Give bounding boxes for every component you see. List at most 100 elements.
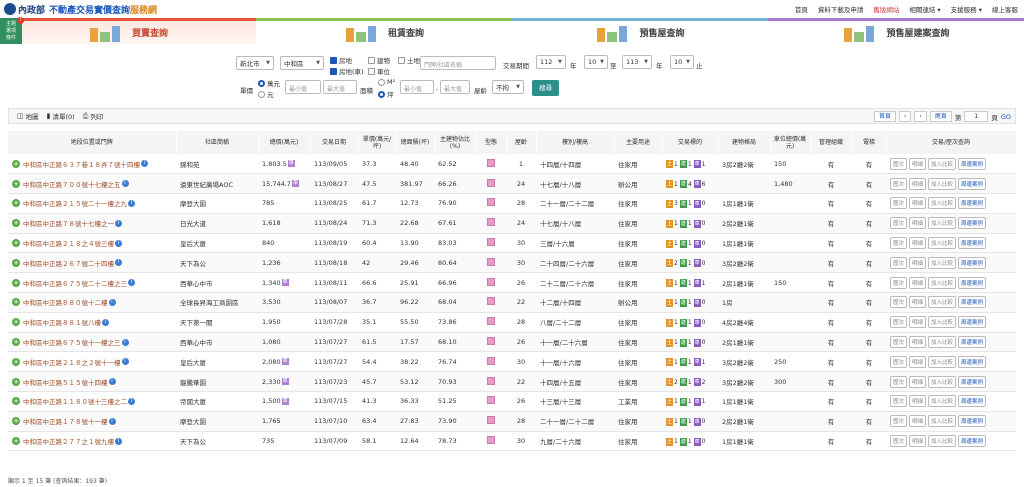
area-max-input[interactable]: 最大值 <box>440 80 470 94</box>
expand-plus-icon[interactable]: + <box>12 179 20 188</box>
area-min-input[interactable]: 最小值 <box>400 80 434 94</box>
detail-button[interactable]: 明細 <box>909 256 927 269</box>
info-icon[interactable]: i <box>121 358 129 366</box>
address-link[interactable]: 中和區中正路１１８０號十三樓之二 <box>23 396 127 406</box>
search-button[interactable]: 搜尋 <box>532 80 559 96</box>
nav-old-site[interactable]: 舊版網站 <box>873 4 899 14</box>
detail-button[interactable]: 明細 <box>909 435 927 448</box>
history-button[interactable]: 歷次 <box>890 355 908 368</box>
nearby-cases-button[interactable]: 周邊案例 <box>958 336 987 349</box>
table-row[interactable]: + 中和區中正路２７７之１號九樓 i 天下為公 735 113/07/09 58.1 12.6… <box>8 431 1016 452</box>
table-row[interactable]: + 中和區中正路１７８號十一樓 i 摩登大園 1,765 113/07/10 63.4 27.… <box>8 411 1016 432</box>
add-compare-button[interactable]: 加入比較 <box>928 395 957 408</box>
print-button[interactable]: ⎙ 列印 <box>83 111 104 122</box>
district-select[interactable]: 中和區 ▼ <box>280 56 324 70</box>
tab-presale-project[interactable]: 預售屋建案查詢 <box>768 18 1024 44</box>
month-to-select[interactable]: 10 ▼ <box>670 55 694 69</box>
detail-button[interactable]: 明細 <box>909 415 927 428</box>
address-link[interactable]: 中和區中正路２１５號二十一樓之九 <box>23 198 127 208</box>
tab-buy[interactable]: 買賣查詢 <box>0 18 256 44</box>
history-button[interactable]: 歷次 <box>890 435 908 448</box>
month-from-select[interactable]: 10 ▼ <box>584 55 608 69</box>
expand-plus-icon[interactable]: + <box>12 437 20 446</box>
detail-button[interactable]: 明細 <box>909 217 927 230</box>
nearby-cases-button[interactable]: 周邊案例 <box>958 415 987 428</box>
expand-plus-icon[interactable]: + <box>12 239 20 248</box>
table-row[interactable]: + 中和區中正路８８０號十二樓 i 全球長昇海工商園區 3,530 113/08/07 36… <box>8 292 1016 313</box>
add-compare-button[interactable]: 加入比較 <box>928 415 957 428</box>
history-button[interactable]: 歷次 <box>890 177 908 190</box>
add-compare-button[interactable]: 加入比較 <box>928 435 957 448</box>
add-compare-button[interactable]: 加入比較 <box>928 217 957 230</box>
nav-links[interactable]: 相關連結 ▾ <box>909 4 940 14</box>
expand-plus-icon[interactable]: + <box>12 417 20 426</box>
history-button[interactable]: 歷次 <box>890 316 908 329</box>
info-icon[interactable]: i <box>141 160 148 168</box>
type-building[interactable]: 建物 <box>368 55 390 65</box>
table-row[interactable]: + 中和區中正路５１５號十四樓 i 龍騰華園 2,330 車 113/07/23 45.7 53… <box>8 371 1016 393</box>
address-link[interactable]: 中和區中正路５１５號十四樓 <box>23 377 108 387</box>
detail-button[interactable]: 明細 <box>909 316 927 329</box>
table-row[interactable]: + 中和區中正路２１５號二十一樓之九 i 摩登大園 785 113/08/25 61.7 12… <box>8 193 1016 214</box>
table-row[interactable]: + 中和區中正路６３７巷１８弄７號十四樓 i 錦和苑 1,803.5 車 113/09/05… <box>8 154 1016 175</box>
age-select[interactable]: 不拘 ▼ <box>492 80 524 94</box>
history-button[interactable]: 歷次 <box>890 375 908 388</box>
address-link[interactable]: 中和區中正路６３７巷１８弄７號十四樓 <box>23 159 140 169</box>
expand-plus-icon[interactable]: + <box>12 298 20 307</box>
go-button[interactable]: GO <box>1001 113 1011 121</box>
nav-download[interactable]: 資料下載及申請 <box>818 4 864 14</box>
tab-rent[interactable]: 租賃查詢 <box>256 18 512 44</box>
table-row[interactable]: + 中和區中正路２１８之４號三樓 i 皇后大廈 840 113/08/19 60.4 13.9… <box>8 233 1016 254</box>
detail-button[interactable]: 明細 <box>909 375 927 388</box>
last-page-button[interactable]: 尾頁 <box>929 111 952 122</box>
expand-plus-icon[interactable]: + <box>12 219 20 228</box>
add-compare-button[interactable]: 加入比較 <box>928 177 957 190</box>
nearby-cases-button[interactable]: 周邊案例 <box>958 375 987 388</box>
add-compare-button[interactable]: 加入比較 <box>928 276 957 289</box>
nearby-cases-button[interactable]: 周邊案例 <box>958 435 987 448</box>
table-row[interactable]: + 中和區中正路７８號十七樓之一 i 日光大道 1,618 113/08/24 71.3 22… <box>8 213 1016 234</box>
history-button[interactable]: 歷次 <box>890 296 908 309</box>
nav-support[interactable]: 支援服務 ▾ <box>951 4 982 14</box>
nearby-cases-button[interactable]: 周邊案例 <box>958 296 987 309</box>
address-link[interactable]: 中和區中正路２６７號二十四樓 <box>23 258 114 268</box>
history-button[interactable]: 歷次 <box>890 336 908 349</box>
nearby-cases-button[interactable]: 周邊案例 <box>958 237 987 250</box>
prev-page-button[interactable]: ‹ <box>899 111 912 122</box>
type-house-land-parking[interactable]: 房地(車) <box>330 66 364 76</box>
address-link[interactable]: 中和區中正路７８號十七樓之一 <box>23 218 114 228</box>
history-button[interactable]: 歷次 <box>890 395 908 408</box>
first-page-button[interactable]: 首頁 <box>874 111 897 122</box>
info-icon[interactable]: i <box>115 239 122 247</box>
table-row[interactable]: + 中和區中正路６７５號二十二樓之三 i 西華心中市 1,340 車 113/08/11 66… <box>8 272 1016 294</box>
theme-options-badge[interactable]: 主題 選項 條件 ! <box>0 17 24 44</box>
info-icon[interactable]: i <box>108 417 116 425</box>
info-icon[interactable]: i <box>121 180 129 188</box>
address-link[interactable]: 中和區中正路７００號十七樓之五 <box>23 179 121 189</box>
tab-presale[interactable]: 預售屋查詢 <box>512 18 768 44</box>
nearby-cases-button[interactable]: 周邊案例 <box>958 316 987 329</box>
history-button[interactable]: 歷次 <box>890 157 908 170</box>
address-search-input[interactable]: 門牌/社區名稱 <box>420 56 496 70</box>
add-compare-button[interactable]: 加入比較 <box>928 237 957 250</box>
info-icon[interactable]: i <box>121 338 129 346</box>
info-icon[interactable]: i <box>102 318 109 326</box>
history-button[interactable]: 歷次 <box>890 197 908 210</box>
detail-button[interactable]: 明細 <box>909 355 927 368</box>
detail-button[interactable]: 明細 <box>909 177 927 190</box>
table-row[interactable]: + 中和區中正路７００號十七樓之五 i 遠東世紀廣場AOC 15,744.7 車 113/0… <box>8 173 1016 195</box>
nav-home[interactable]: 首頁 <box>795 4 808 14</box>
expand-plus-icon[interactable]: + <box>12 258 20 267</box>
table-row[interactable]: + 中和區中正路６７５號十一樓之三 i 西華心中市 1,080 113/07/27 61.5… <box>8 332 1016 353</box>
site-logo[interactable]: 內政部 不動產交易實價查詢服務網 <box>4 3 157 16</box>
nearby-cases-button[interactable]: 周邊案例 <box>958 256 987 269</box>
type-house-land[interactable]: 房地 <box>330 55 352 65</box>
history-button[interactable]: 歷次 <box>890 256 908 269</box>
nearby-cases-button[interactable]: 周邊案例 <box>958 217 987 230</box>
info-icon[interactable]: i <box>115 259 122 267</box>
info-icon[interactable]: i <box>128 279 135 287</box>
price-max-input[interactable]: 最大值 <box>323 80 357 94</box>
year-from-select[interactable]: 112 ▼ <box>536 55 566 69</box>
address-link[interactable]: 中和區中正路２７７之１號九樓 <box>23 436 114 446</box>
expand-plus-icon[interactable]: + <box>12 199 20 208</box>
